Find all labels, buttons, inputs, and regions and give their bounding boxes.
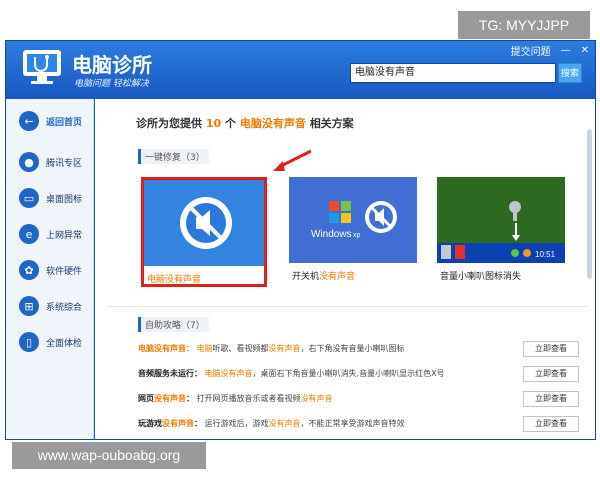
sidebar-item-label: 软件硬件 — [46, 266, 83, 277]
divider — [107, 306, 587, 307]
sidebar-item-label: 腾讯专区 — [46, 158, 83, 169]
sidebar: ← 返回首页 ● 腾讯专区 ▭ 桌面图标 e 上网异常 ✿ 软件硬件 ⊞ 系统综… — [6, 99, 94, 439]
sidebar-item-internet[interactable]: e 上网异常 — [6, 219, 94, 249]
section-title-repair: 一键修复（3） — [138, 149, 209, 164]
logo-icon — [23, 50, 61, 84]
card-label: 开关机没有声音 — [292, 272, 356, 282]
guide-row[interactable]: 玩游戏没有声音： 运行游戏后，游戏没有声音，不能正常享受游戏声音特效 — [138, 417, 578, 439]
monitor-icon: ▭ — [19, 188, 39, 208]
sidebar-item-software-hardware[interactable]: ✿ 软件硬件 — [6, 255, 94, 285]
watermark-bottom: www.wap-ouboabg.org — [12, 442, 206, 469]
app-title: 电脑诊所 — [72, 53, 152, 77]
sidebar-item-tencent[interactable]: ● 腾讯专区 — [6, 147, 94, 177]
repair-card-volume-icon-missing[interactable]: 10:51 音量小喇叭图标消失 — [437, 177, 565, 285]
tencent-icon: ● — [19, 152, 39, 172]
main-content: 诊所为您提供 10 个 电脑没有声音 相关方案 一键修复（3） 电脑没有声音 W… — [95, 99, 595, 439]
pointer-arrow-icon — [273, 149, 312, 171]
card-label: 电脑没有声音 — [147, 275, 202, 285]
window-controls: 提交问题 — ✕ — [511, 43, 589, 58]
guide-row[interactable]: 电脑没有声音： 电脑听歌、看视频都没有声音，右下角没有音量小喇叭图标 — [138, 342, 578, 364]
view-now-button[interactable]: 立即查看 — [523, 366, 579, 382]
repair-card-startup-sound[interactable]: Windows xp 开关机没有声音 — [289, 177, 417, 285]
header: 电脑诊所 电脑问题 轻松解决 提交问题 — ✕ 电脑没有声音 搜索 — [6, 41, 595, 99]
search-input[interactable]: 电脑没有声音 — [350, 63, 556, 83]
sidebar-item-back[interactable]: ← 返回首页 — [6, 106, 94, 136]
windows-text: Windows — [311, 229, 352, 240]
windows-xp-mute-icon: Windows xp — [289, 177, 417, 263]
minimize-button[interactable]: — — [561, 45, 571, 56]
tray-clock: 10:51 — [535, 250, 556, 259]
sidebar-item-full-check[interactable]: ▯ 全面体检 — [6, 327, 94, 357]
sidebar-item-label: 全面体检 — [46, 338, 83, 349]
sidebar-item-label: 返回首页 — [46, 117, 83, 128]
watermark-top: TG: MYYJJPP — [458, 11, 590, 39]
sidebar-item-label: 上网异常 — [46, 230, 83, 241]
sidebar-item-label: 系统综合 — [46, 302, 83, 313]
windows-icon: ⊞ — [19, 296, 39, 316]
section-title-guide: 自助攻略（7） — [138, 317, 209, 332]
phone-check-icon: ▯ — [19, 332, 39, 352]
sidebar-item-label: 桌面图标 — [46, 194, 83, 205]
app-window: 电脑诊所 电脑问题 轻松解决 提交问题 — ✕ 电脑没有声音 搜索 ← 返回首页… — [5, 40, 596, 440]
view-now-button[interactable]: 立即查看 — [523, 391, 579, 407]
sidebar-item-system[interactable]: ⊞ 系统综合 — [6, 291, 94, 321]
scrollbar[interactable] — [587, 129, 592, 279]
ie-icon: e — [19, 224, 39, 244]
windows-xp-text: xp — [353, 232, 361, 239]
search-button[interactable]: 搜索 — [558, 63, 582, 83]
repair-card-no-sound[interactable]: 电脑没有声音 — [141, 177, 267, 287]
app-subtitle: 电脑问题 轻松解决 — [74, 79, 149, 89]
view-now-button[interactable]: 立即查看 — [523, 416, 579, 432]
tray-speaker-icon: 10:51 — [437, 177, 565, 263]
speaker-mute-icon — [144, 180, 264, 266]
hardware-icon: ✿ — [19, 260, 39, 280]
sidebar-item-desktop-icons[interactable]: ▭ 桌面图标 — [6, 183, 94, 213]
guide-row[interactable]: 音频服务未运行： 电脑没有声音，桌面右下角音量小喇叭消失,音量小喇叭显示红色X号 — [138, 367, 578, 389]
results-heading: 诊所为您提供 10 个 电脑没有声音 相关方案 — [136, 117, 354, 130]
close-button[interactable]: ✕ — [581, 45, 589, 56]
feedback-link[interactable]: 提交问题 — [511, 43, 551, 58]
card-label: 音量小喇叭图标消失 — [440, 272, 522, 282]
back-arrow-icon: ← — [19, 111, 39, 131]
guide-row[interactable]: 网页没有声音： 打开网页播放音乐或者看视频没有声音 — [138, 392, 578, 414]
view-now-button[interactable]: 立即查看 — [523, 341, 579, 357]
